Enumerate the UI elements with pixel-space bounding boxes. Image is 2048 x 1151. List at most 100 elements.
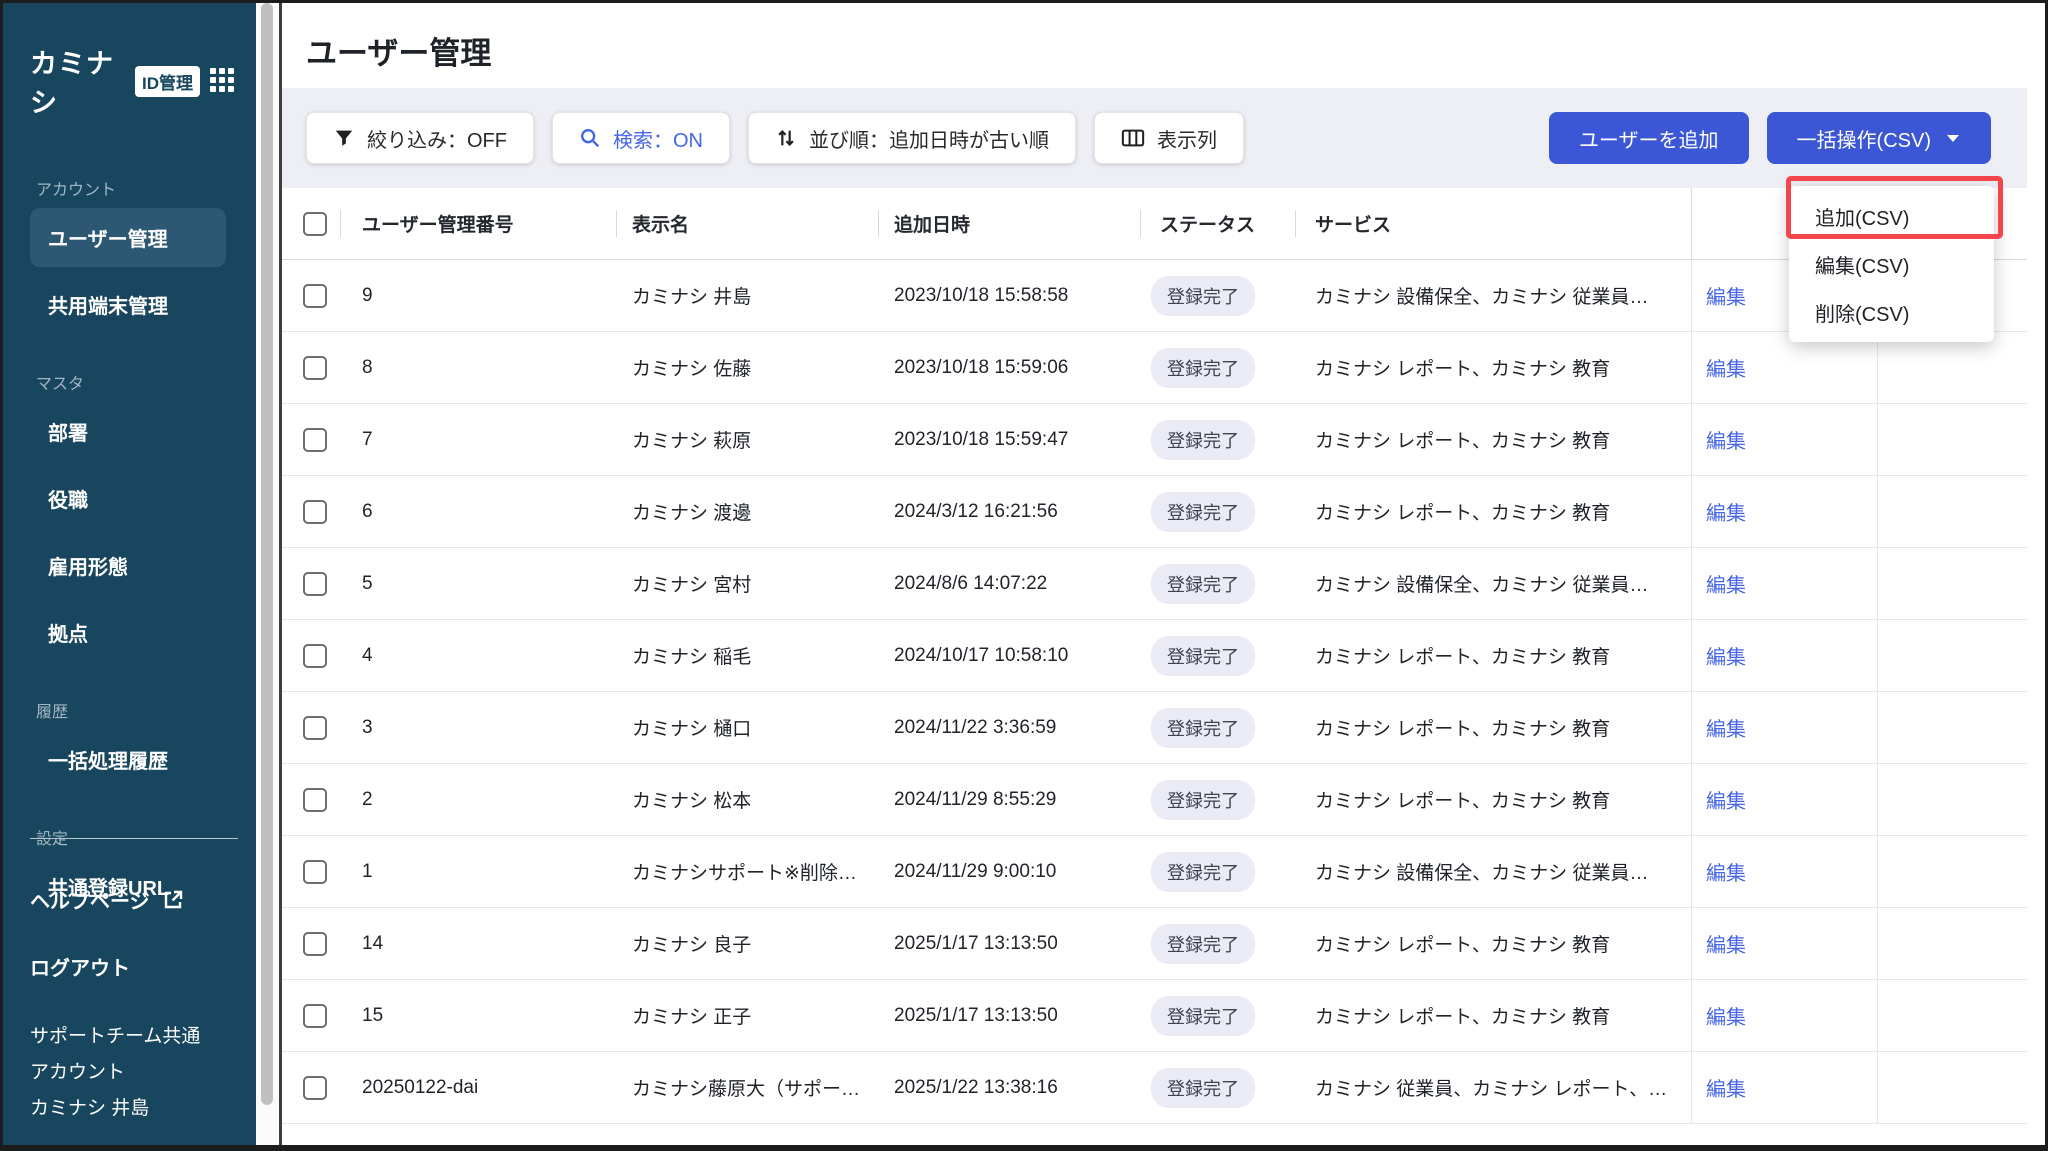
row-checkbox[interactable] (303, 859, 327, 884)
row-checkbox[interactable] (303, 427, 327, 452)
table-row: 8 カミナシ 佐藤 2023/10/18 15:59:06 登録完了 カミナシ … (282, 332, 2027, 404)
edit-link[interactable]: 編集 (1706, 497, 1746, 526)
header-user-id[interactable]: ユーザー管理番号 (340, 210, 616, 237)
row-checkbox[interactable] (303, 715, 327, 740)
columns-label: 表示列 (1157, 129, 1217, 152)
sidebar-scrollbar[interactable] (256, 0, 280, 1151)
header-status[interactable]: ステータス (1140, 210, 1295, 237)
cell-user-id: 1 (362, 860, 373, 882)
columns-button[interactable]: 表示列 (1094, 112, 1244, 164)
bulk-operation-menu: 追加(CSV) 編集(CSV) 削除(CSV) (1789, 186, 1994, 342)
row-checkbox[interactable] (303, 1003, 327, 1028)
cell-user-id: 14 (362, 932, 384, 954)
header-name[interactable]: 表示名 (616, 210, 878, 237)
sidebar-section-label: マスタ (36, 376, 85, 393)
cell-filler (1877, 980, 2027, 1051)
row-checkbox[interactable] (303, 571, 327, 596)
sort-icon (778, 130, 794, 146)
help-page-link[interactable]: ヘルプページ (30, 885, 238, 914)
header-date[interactable]: 追加日時 (878, 210, 1140, 237)
table-row: 2 カミナシ 松本 2024/11/29 8:55:29 登録完了 カミナシ レ… (282, 764, 2027, 836)
logout-button[interactable]: ログアウト (30, 952, 238, 981)
row-checkbox[interactable] (303, 283, 327, 308)
search-icon (581, 129, 600, 148)
edit-link[interactable]: 編集 (1706, 425, 1746, 454)
row-checkbox[interactable] (303, 1075, 327, 1100)
search-button[interactable]: 検索：ON (552, 112, 730, 164)
sidebar-item-雇用形態[interactable]: 雇用形態 (30, 536, 226, 595)
cell-filler (1877, 620, 2027, 691)
cell-display-name: カミナシ 井島 (632, 287, 752, 308)
filter-icon (335, 130, 353, 146)
sidebar-item-ユーザー管理[interactable]: ユーザー管理 (30, 208, 226, 267)
edit-link[interactable]: 編集 (1706, 353, 1746, 382)
cell-added-date: 2024/11/22 3:36:59 (894, 716, 1057, 738)
status-badge: 登録完了 (1151, 563, 1255, 604)
cell-filler (1877, 908, 2027, 979)
cell-added-date: 2023/10/18 15:59:06 (894, 356, 1069, 378)
table-row: 7 カミナシ 萩原 2023/10/18 15:59:47 登録完了 カミナシ … (282, 404, 2027, 476)
page-title: ユーザー管理 (306, 36, 492, 71)
cell-added-date: 2023/10/18 15:59:47 (894, 428, 1069, 450)
edit-link[interactable]: 編集 (1706, 641, 1746, 670)
bulk-menu-item-追加(CSV)[interactable]: 追加(CSV) (1789, 192, 1994, 240)
filter-button[interactable]: 絞り込み：OFF (306, 112, 534, 164)
table-row: 14 カミナシ 良子 2025/1/17 13:13:50 登録完了 カミナシ … (282, 908, 2027, 980)
select-all-checkbox[interactable] (303, 211, 327, 236)
edit-link[interactable]: 編集 (1706, 713, 1746, 742)
status-badge: 登録完了 (1151, 275, 1255, 316)
header-service[interactable]: サービス (1295, 210, 1691, 237)
add-user-button[interactable]: ユーザーを追加 (1548, 112, 1749, 164)
cell-display-name: カミナシ 渡邊 (632, 503, 752, 524)
row-checkbox[interactable] (303, 787, 327, 812)
bulk-menu-item-削除(CSV)[interactable]: 削除(CSV) (1789, 288, 1994, 336)
sidebar-item-共用端末管理[interactable]: 共用端末管理 (30, 275, 226, 334)
bulk-operation-button[interactable]: 一括操作(CSV) (1766, 112, 1991, 164)
edit-link[interactable]: 編集 (1706, 785, 1746, 814)
cell-added-date: 2024/10/17 10:58:10 (894, 644, 1069, 666)
cell-service: カミナシ レポート、カミナシ 教育 (1315, 647, 1611, 668)
cell-user-id: 5 (362, 572, 373, 594)
sidebar-item-部署[interactable]: 部署 (30, 402, 226, 461)
sidebar: カミナシ ID管理 アカウント ユーザー管理 共用端末管理 マスタ 部署 役職 雇用形態 拠点… (0, 0, 256, 1151)
table-row: 4 カミナシ 稲毛 2024/10/17 10:58:10 登録完了 カミナシ … (282, 620, 2027, 692)
cell-display-name: カミナシ 佐藤 (632, 359, 752, 380)
edit-link[interactable]: 編集 (1706, 1073, 1746, 1102)
cell-user-id: 2 (362, 788, 373, 810)
cell-filler (1877, 836, 2027, 907)
cell-user-id: 3 (362, 716, 373, 738)
row-checkbox[interactable] (303, 355, 327, 380)
scrollbar-thumb[interactable] (261, 3, 273, 1105)
cell-user-id: 6 (362, 500, 373, 522)
cell-added-date: 2025/1/17 13:13:50 (894, 1004, 1058, 1026)
sidebar-item-拠点[interactable]: 拠点 (30, 603, 226, 662)
app-launcher-icon[interactable] (210, 68, 234, 94)
table-row: 3 カミナシ 樋口 2024/11/22 3:36:59 登録完了 カミナシ レ… (282, 692, 2027, 764)
cell-added-date: 2025/1/22 13:38:16 (894, 1076, 1058, 1098)
table-row: 20250122-dai カミナシ藤原大（サポー… 2025/1/22 13:3… (282, 1052, 2027, 1124)
edit-link[interactable]: 編集 (1706, 857, 1746, 886)
cell-service: カミナシ レポート、カミナシ 教育 (1315, 935, 1611, 956)
edit-link[interactable]: 編集 (1706, 569, 1746, 598)
account-info: サポートチーム共通アカウント カミナシ 井島 (30, 1019, 215, 1127)
table-row: 6 カミナシ 渡邊 2024/3/12 16:21:56 登録完了 カミナシ レ… (282, 476, 2027, 548)
sidebar-item-一括処理履歴[interactable]: 一括処理履歴 (30, 730, 226, 789)
row-checkbox[interactable] (303, 499, 327, 524)
sidebar-item-役職[interactable]: 役職 (30, 469, 226, 528)
row-checkbox[interactable] (303, 931, 327, 956)
status-badge: 登録完了 (1151, 995, 1255, 1036)
sort-button[interactable]: 並び順：追加日時が古い順 (748, 112, 1076, 164)
bulk-menu-item-編集(CSV)[interactable]: 編集(CSV) (1789, 240, 1994, 288)
edit-link[interactable]: 編集 (1706, 929, 1746, 958)
columns-icon (1121, 129, 1145, 147)
edit-link[interactable]: 編集 (1706, 1001, 1746, 1030)
cell-display-name: カミナシ 萩原 (632, 431, 752, 452)
pane-divider (279, 0, 282, 1151)
status-badge: 登録完了 (1151, 851, 1255, 892)
cell-service: カミナシ 設備保全、カミナシ 従業員… (1315, 863, 1649, 884)
cell-filler (1877, 692, 2027, 763)
status-badge: 登録完了 (1151, 707, 1255, 748)
row-checkbox[interactable] (303, 643, 327, 668)
edit-link[interactable]: 編集 (1706, 281, 1746, 310)
cell-display-name: カミナシ 稲毛 (632, 647, 752, 668)
